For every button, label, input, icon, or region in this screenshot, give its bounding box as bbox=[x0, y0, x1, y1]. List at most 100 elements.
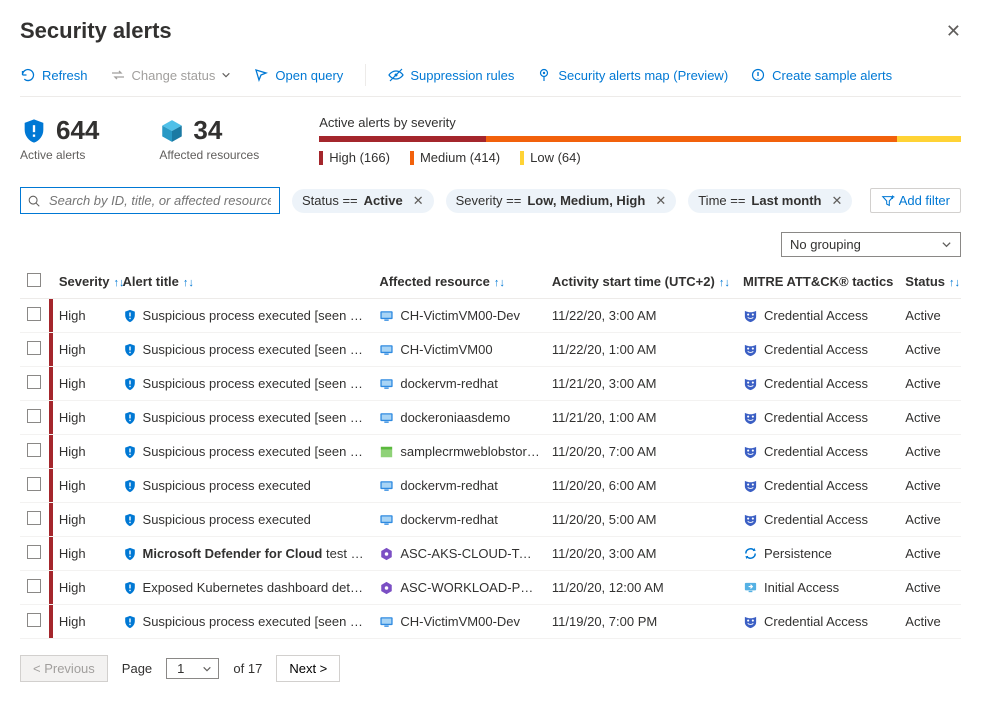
divider bbox=[365, 64, 366, 86]
cell-status: Active bbox=[899, 367, 961, 401]
change-status-button: Change status bbox=[110, 67, 232, 83]
search-input-wrapper[interactable] bbox=[20, 187, 280, 214]
cell-status: Active bbox=[899, 333, 961, 367]
remove-filter-icon[interactable]: ✕ bbox=[655, 193, 666, 209]
search-icon bbox=[27, 194, 41, 208]
severity-bar bbox=[319, 136, 961, 142]
cell-status: Active bbox=[899, 571, 961, 605]
resource-icon bbox=[379, 377, 394, 391]
shield-icon bbox=[123, 376, 137, 392]
cell-title: Suspicious process executed bbox=[117, 469, 374, 503]
suppression-rules-button[interactable]: Suppression rules bbox=[388, 67, 514, 83]
tactic-icon bbox=[743, 410, 758, 425]
cell-tactic: Credential Access bbox=[737, 401, 899, 435]
cell-title: Suspicious process executed [seen … bbox=[117, 367, 374, 401]
cell-resource: dockeroniaasdemo bbox=[373, 401, 546, 435]
table-row[interactable]: HighMicrosoft Defender for Cloud test al… bbox=[20, 537, 961, 571]
cell-title: Suspicious process executed [seen … bbox=[117, 401, 374, 435]
remove-filter-icon[interactable]: ✕ bbox=[831, 193, 842, 209]
query-icon bbox=[253, 67, 269, 83]
open-query-button[interactable]: Open query bbox=[253, 67, 343, 83]
cell-time: 11/20/20, 3:00 AM bbox=[546, 537, 737, 571]
tactic-icon bbox=[743, 444, 758, 459]
alerts-map-button[interactable]: Security alerts map (Preview) bbox=[536, 67, 728, 83]
cell-severity: High bbox=[53, 435, 117, 469]
cell-status: Active bbox=[899, 435, 961, 469]
table-row[interactable]: HighSuspicious process executed [seen …C… bbox=[20, 299, 961, 333]
tactic-icon bbox=[743, 342, 758, 357]
row-checkbox[interactable] bbox=[27, 307, 41, 321]
tactic-icon bbox=[743, 614, 758, 629]
tactic-icon bbox=[743, 308, 758, 323]
search-input[interactable] bbox=[47, 192, 273, 209]
command-bar: Refresh Change status Open query Suppres… bbox=[20, 54, 961, 97]
table-row[interactable]: HighSuspicious process executed [seen …d… bbox=[20, 401, 961, 435]
col-status[interactable]: Status↑↓ bbox=[899, 265, 961, 299]
affected-resources-stat: 34 Affected resources bbox=[159, 115, 259, 162]
shield-alert-icon bbox=[20, 117, 48, 145]
filter-pill-status[interactable]: Status == Active ✕ bbox=[292, 189, 434, 213]
select-all-checkbox[interactable] bbox=[27, 273, 41, 287]
row-checkbox[interactable] bbox=[27, 409, 41, 423]
resource-icon bbox=[379, 445, 394, 459]
row-checkbox[interactable] bbox=[27, 613, 41, 627]
cell-status: Active bbox=[899, 537, 961, 571]
create-sample-alerts-button[interactable]: Create sample alerts bbox=[750, 67, 892, 83]
add-filter-button[interactable]: Add filter bbox=[870, 188, 961, 213]
cell-title: Microsoft Defender for Cloud test alert … bbox=[117, 537, 374, 571]
cell-time: 11/20/20, 6:00 AM bbox=[546, 469, 737, 503]
cell-resource: ASC-WORKLOAD-PRO… bbox=[373, 571, 546, 605]
cell-time: 11/20/20, 12:00 AM bbox=[546, 571, 737, 605]
cell-time: 11/22/20, 3:00 AM bbox=[546, 299, 737, 333]
pagination: < Previous Page 1 of 17 Next > bbox=[20, 639, 961, 698]
row-checkbox[interactable] bbox=[27, 579, 41, 593]
cell-title: Exposed Kubernetes dashboard det… bbox=[117, 571, 374, 605]
cell-resource: CH-VictimVM00-Dev bbox=[373, 605, 546, 639]
col-time[interactable]: Activity start time (UTC+2)↑↓ bbox=[546, 265, 737, 299]
resource-icon bbox=[379, 343, 394, 357]
col-tactic[interactable]: MITRE ATT&CK® tactics bbox=[737, 265, 899, 299]
cell-severity: High bbox=[53, 537, 117, 571]
cell-title: Suspicious process executed [seen … bbox=[117, 435, 374, 469]
resource-icon bbox=[379, 547, 394, 561]
table-row[interactable]: HighExposed Kubernetes dashboard det…ASC… bbox=[20, 571, 961, 605]
refresh-icon bbox=[20, 67, 36, 83]
next-button[interactable]: Next > bbox=[276, 655, 340, 682]
row-checkbox[interactable] bbox=[27, 341, 41, 355]
tactic-icon bbox=[743, 546, 758, 561]
row-checkbox[interactable] bbox=[27, 477, 41, 491]
filter-pill-severity[interactable]: Severity == Low, Medium, High ✕ bbox=[446, 189, 677, 213]
cell-title: Suspicious process executed [seen … bbox=[117, 299, 374, 333]
resource-icon bbox=[379, 513, 394, 527]
filter-pill-time[interactable]: Time == Last month ✕ bbox=[688, 189, 852, 213]
table-row[interactable]: HighSuspicious process executed [seen …C… bbox=[20, 333, 961, 367]
page-title: Security alerts bbox=[20, 18, 172, 44]
table-row[interactable]: HighSuspicious process executed [seen …s… bbox=[20, 435, 961, 469]
table-row[interactable]: HighSuspicious process executed [seen …C… bbox=[20, 605, 961, 639]
row-checkbox[interactable] bbox=[27, 511, 41, 525]
remove-filter-icon[interactable]: ✕ bbox=[413, 193, 424, 209]
cell-title: Suspicious process executed bbox=[117, 503, 374, 537]
col-title[interactable]: Alert title↑↓ bbox=[117, 265, 374, 299]
row-checkbox[interactable] bbox=[27, 375, 41, 389]
alerts-table: Severity↑↓ Alert title↑↓ Affected resour… bbox=[20, 265, 961, 639]
cell-time: 11/22/20, 1:00 AM bbox=[546, 333, 737, 367]
col-severity[interactable]: Severity↑↓ bbox=[53, 265, 117, 299]
col-resource[interactable]: Affected resource↑↓ bbox=[373, 265, 546, 299]
table-row[interactable]: HighSuspicious process executeddockervm-… bbox=[20, 469, 961, 503]
table-row[interactable]: HighSuspicious process executed [seen …d… bbox=[20, 367, 961, 401]
row-checkbox[interactable] bbox=[27, 443, 41, 457]
cell-tactic: Credential Access bbox=[737, 503, 899, 537]
refresh-button[interactable]: Refresh bbox=[20, 67, 88, 83]
grouping-dropdown[interactable]: No grouping bbox=[781, 232, 961, 257]
tactic-icon bbox=[743, 478, 758, 493]
table-row[interactable]: HighSuspicious process executeddockervm-… bbox=[20, 503, 961, 537]
close-icon[interactable]: ✕ bbox=[946, 21, 961, 42]
chevron-down-icon bbox=[202, 664, 212, 674]
cell-severity: High bbox=[53, 299, 117, 333]
page-select[interactable]: 1 bbox=[166, 658, 219, 679]
row-checkbox[interactable] bbox=[27, 545, 41, 559]
cell-severity: High bbox=[53, 605, 117, 639]
legend-high: High (166) bbox=[319, 150, 390, 165]
cell-resource: dockervm-redhat bbox=[373, 503, 546, 537]
